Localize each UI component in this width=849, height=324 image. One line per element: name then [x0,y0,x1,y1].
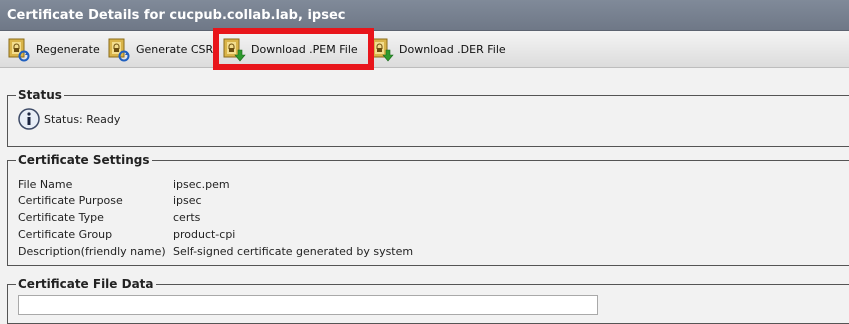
certificate-group-label: Certificate Group [18,228,113,241]
regenerate-button[interactable]: Regenerate [7,31,100,67]
status-section: Status Status: Ready [7,87,849,147]
certificate-file-data-textarea[interactable] [18,295,598,315]
certificate-file-data-section: Certificate File Data [7,276,849,324]
page-title: Certificate Details for cucpub.collab.la… [0,0,849,31]
toolbar: Regenerate Generate CSR Download .PEM Fi… [0,31,849,68]
generate-csr-label: Generate CSR [136,42,214,56]
download-der-button[interactable]: Download .DER File [370,31,506,67]
status-row: Status: Ready [18,108,120,130]
download-der-label: Download .DER File [399,42,506,56]
certificate-type-label: Certificate Type [18,211,104,224]
file-name-value: ipsec.pem [173,178,230,191]
certificate-csr-icon [108,38,130,62]
certificate-group-value: product-cpi [173,228,236,241]
certificate-regenerate-icon [8,38,30,62]
certificate-purpose-value: ipsec [173,194,202,207]
description-value: Self-signed certificate generated by sys… [173,245,414,258]
certificate-settings-section: Certificate Settings File Name ipsec.pem… [7,152,849,266]
info-icon [18,108,40,130]
status-legend: Status [16,87,64,103]
status-text: Status: Ready [44,112,121,126]
certificate-purpose-label: Certificate Purpose [18,194,123,207]
file-name-label: File Name [18,178,73,191]
settings-legend: Certificate Settings [16,152,152,168]
file-data-legend: Certificate File Data [16,276,156,292]
highlight-box [213,28,374,70]
certificate-type-value: certs [173,211,201,224]
description-label: Description(friendly name) [18,245,166,258]
generate-csr-button[interactable]: Generate CSR [107,31,213,67]
regenerate-label: Regenerate [36,42,100,56]
